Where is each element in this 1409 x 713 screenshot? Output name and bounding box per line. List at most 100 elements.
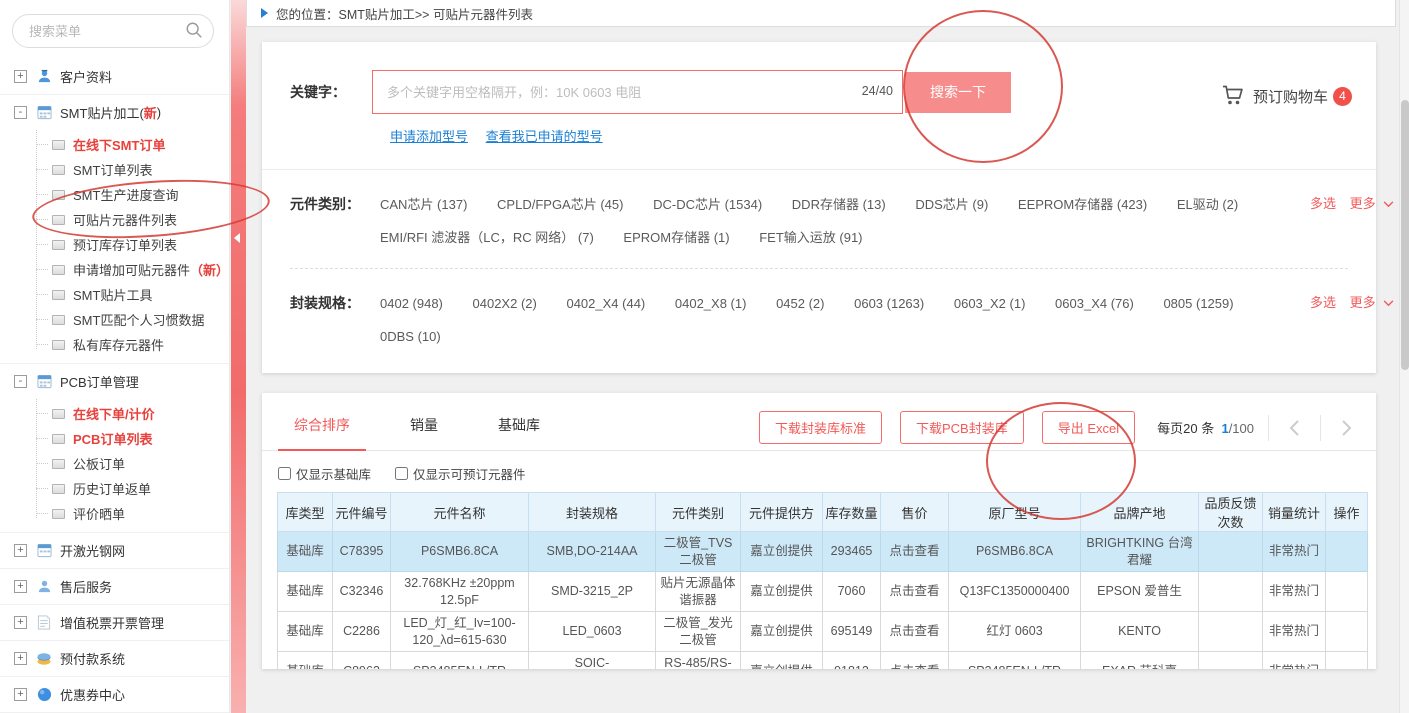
sidebar-search xyxy=(12,14,215,48)
expand-plus-icon[interactable]: + xyxy=(14,580,27,593)
collapse-minus-icon[interactable]: - xyxy=(14,375,27,388)
scrollbar-track[interactable] xyxy=(1399,0,1409,713)
sidebar-item-private-stock[interactable]: 私有库存元器件 xyxy=(0,332,229,357)
mpn-link[interactable]: P6SMB6.8CA xyxy=(949,532,1081,572)
sidebar-item-smt-progress[interactable]: SMT生产进度查询 xyxy=(0,182,229,207)
sidebar-group-vat-invoice[interactable]: + 增值税票开票管理 xyxy=(0,604,229,640)
multi-select-link[interactable]: 多选 xyxy=(1310,295,1336,310)
package-option[interactable]: 0603 (1263) xyxy=(854,296,924,311)
tab-basic-library[interactable]: 基础库 xyxy=(482,405,556,451)
expand-plus-icon[interactable]: + xyxy=(14,70,27,83)
package-option[interactable]: 0603_X2 (1) xyxy=(954,296,1026,311)
chevron-down-icon[interactable] xyxy=(1383,295,1394,310)
tab-comprehensive-sort[interactable]: 综合排序 xyxy=(278,405,366,451)
download-package-standard-button[interactable]: 下载封装库标准 xyxy=(759,411,882,444)
more-link[interactable]: 更多 xyxy=(1350,295,1376,310)
category-option[interactable]: EL驱动 (2) xyxy=(1177,197,1238,212)
tab-sales-volume[interactable]: 销量 xyxy=(394,405,454,451)
package-option[interactable]: 0402_X8 (1) xyxy=(675,296,747,311)
menu-search-input[interactable] xyxy=(12,14,214,48)
package-option[interactable]: 0DBS (10) xyxy=(380,329,441,344)
sidebar-item-smt-tools[interactable]: SMT贴片工具 xyxy=(0,282,229,307)
view-applied-models-link[interactable]: 查看我已申请的型号 xyxy=(486,129,603,144)
sidebar-collapse-stripe[interactable] xyxy=(231,0,246,713)
multi-select-link[interactable]: 多选 xyxy=(1310,196,1336,211)
sidebar-group-label: SMT贴片加工( xyxy=(60,103,144,122)
category-option[interactable]: CAN芯片 (137) xyxy=(380,197,467,212)
sidebar-group-after-sales[interactable]: + 售后服务 xyxy=(0,568,229,604)
category-option[interactable]: EMI/RFI 滤波器（LC，RC 网络） (7) xyxy=(380,230,594,245)
package-option[interactable]: 0603_X4 (76) xyxy=(1055,296,1134,311)
cell-quality-feedback xyxy=(1199,652,1263,670)
more-link[interactable]: 更多 xyxy=(1350,196,1376,211)
sidebar-item-smt-order-list[interactable]: SMT订单列表 xyxy=(0,157,229,182)
reserve-cart[interactable]: 预订购物车 4 xyxy=(1221,84,1352,109)
category-option[interactable]: CPLD/FPGA芯片 (45) xyxy=(497,197,623,212)
package-option[interactable]: 0452 (2) xyxy=(776,296,824,311)
sidebar-item-offline-smt-order[interactable]: 在线下SMT订单 xyxy=(0,132,229,157)
price-view-link[interactable]: 点击查看 xyxy=(881,572,949,612)
expand-plus-icon[interactable]: + xyxy=(14,688,27,701)
part-number-link[interactable]: C32346 xyxy=(333,572,391,612)
category-option[interactable]: EEPROM存储器 (423) xyxy=(1018,197,1147,212)
sidebar-group-laser-stencil[interactable]: + 开激光钢网 xyxy=(0,532,229,568)
search-button[interactable]: 搜索一下 xyxy=(905,72,1011,113)
sidebar-group-coupon-center[interactable]: + 优惠券中心 xyxy=(0,676,229,712)
category-option[interactable]: EPROM存储器 (1) xyxy=(623,230,729,245)
search-icon[interactable] xyxy=(185,21,203,42)
prev-page-button[interactable] xyxy=(1283,419,1306,437)
category-option[interactable]: FET输入运放 (91) xyxy=(759,230,862,245)
part-number-link[interactable]: C8963 xyxy=(333,652,391,670)
mpn-link[interactable]: Q13FC1350000400 xyxy=(949,572,1081,612)
sidebar-item-apply-add-component[interactable]: 申请增加可贴元器件（新） xyxy=(0,257,229,282)
category-option[interactable]: DC-DC芯片 (1534) xyxy=(653,197,762,212)
price-view-link[interactable]: 点击查看 xyxy=(881,532,949,572)
sidebar-item-smt-components-list[interactable]: 可贴片元器件列表 xyxy=(0,207,229,232)
package-option[interactable]: 0402_X4 (44) xyxy=(566,296,645,311)
only-reservable-checkbox[interactable]: 仅显示可预订元器件 xyxy=(395,464,526,483)
expand-plus-icon[interactable]: + xyxy=(14,652,27,665)
mpn-link[interactable]: 红灯 0603 xyxy=(949,612,1081,652)
sidebar-item-review-orders[interactable]: 评价晒单 xyxy=(0,501,229,526)
table-row[interactable]: 基础库 C32346 32.768KHz ±20ppm 12.5pF SMD-3… xyxy=(278,572,1368,612)
sidebar-group-customer-info[interactable]: + 客户资料 xyxy=(0,58,229,94)
next-page-button[interactable] xyxy=(1335,419,1358,437)
table-row[interactable]: 基础库 C8963 SP3485EN-L/TR SOIC-8_3.9X4.9X1… xyxy=(278,652,1368,670)
sidebar-group-pcb-orders[interactable]: - PCB订单管理 xyxy=(0,363,229,399)
sidebar-item-pcb-order-list[interactable]: PCB订单列表 xyxy=(0,426,229,451)
category-option[interactable]: DDS芯片 (9) xyxy=(915,197,988,212)
keyword-input[interactable] xyxy=(372,70,903,114)
components-panel: 综合排序 销量 基础库 下载封装库标准 下载PCB封装库 导出 Excel 每页… xyxy=(262,393,1376,669)
part-number-link[interactable]: C78395 xyxy=(333,532,391,572)
scrollbar-thumb[interactable] xyxy=(1401,100,1409,370)
price-view-link[interactable]: 点击查看 xyxy=(881,652,949,670)
expand-plus-icon[interactable]: + xyxy=(14,616,27,629)
cell-provider: 嘉立创提供 xyxy=(741,532,823,572)
only-basic-library-checkbox[interactable]: 仅显示基础库 xyxy=(278,464,371,483)
sidebar-item-history-reorder[interactable]: 历史订单返单 xyxy=(0,476,229,501)
collapse-minus-icon[interactable]: - xyxy=(14,106,27,119)
package-option[interactable]: 0402X2 (2) xyxy=(473,296,537,311)
cart-count-badge: 4 xyxy=(1333,87,1352,106)
sidebar-item-online-order-quote[interactable]: 在线下单/计价 xyxy=(0,401,229,426)
apply-model-link[interactable]: 申请添加型号 xyxy=(390,129,468,144)
package-option[interactable]: 0402 (948) xyxy=(380,296,443,311)
checkbox[interactable] xyxy=(395,467,408,480)
download-pcb-package-button[interactable]: 下载PCB封装库 xyxy=(900,411,1024,444)
sidebar-group-prepay[interactable]: + 预付款系统 xyxy=(0,640,229,676)
price-view-link[interactable]: 点击查看 xyxy=(881,612,949,652)
sidebar-item-public-board-order[interactable]: 公板订单 xyxy=(0,451,229,476)
mpn-link[interactable]: SP3485EN-L/TR xyxy=(949,652,1081,670)
table-row[interactable]: 基础库 C78395 P6SMB6.8CA SMB,DO-214AA 二极管_T… xyxy=(278,532,1368,572)
table-row[interactable]: 基础库 C2286 LED_灯_红_Iv=100-120_λd=615-630 … xyxy=(278,612,1368,652)
chevron-down-icon[interactable] xyxy=(1383,196,1394,211)
sidebar-item-smt-personal-data[interactable]: SMT匹配个人习惯数据 xyxy=(0,307,229,332)
category-option[interactable]: DDR存储器 (13) xyxy=(792,197,886,212)
expand-plus-icon[interactable]: + xyxy=(14,544,27,557)
package-option[interactable]: 0805 (1259) xyxy=(1163,296,1233,311)
part-number-link[interactable]: C2286 xyxy=(333,612,391,652)
sidebar-item-reserve-stock-orders[interactable]: 预订库存订单列表 xyxy=(0,232,229,257)
export-excel-button[interactable]: 导出 Excel xyxy=(1042,411,1135,444)
checkbox[interactable] xyxy=(278,467,291,480)
sidebar-group-smt[interactable]: - SMT贴片加工(新) xyxy=(0,94,229,130)
